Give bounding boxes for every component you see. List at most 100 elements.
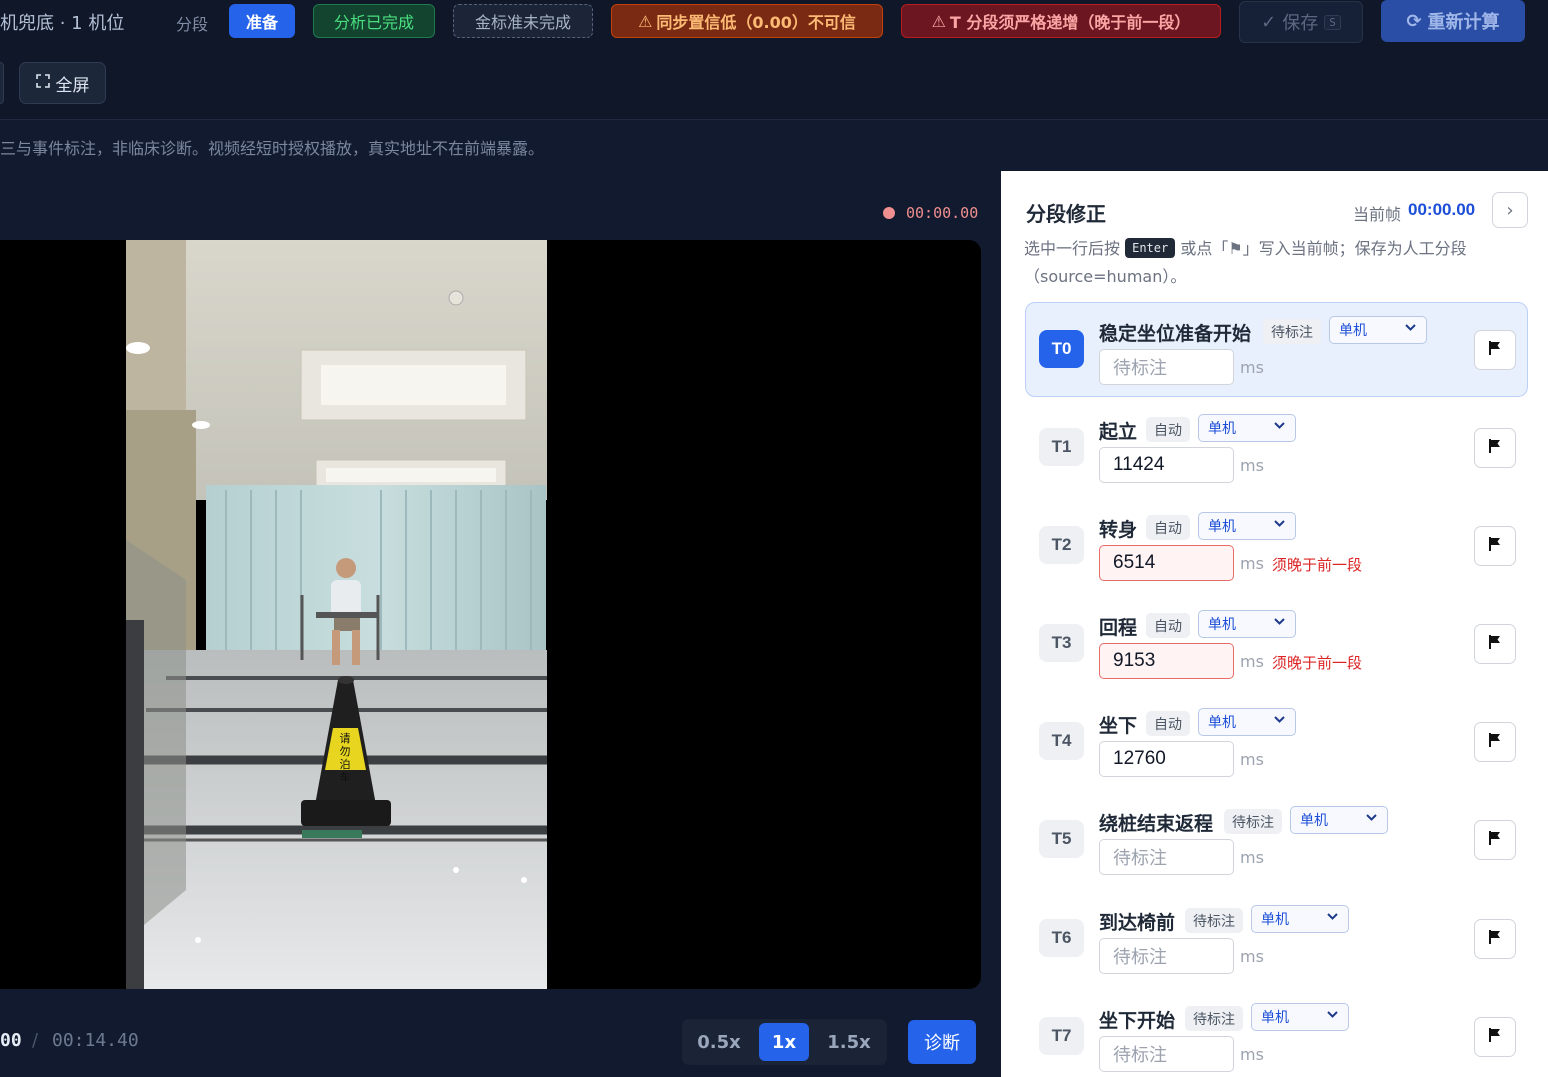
time-separator: / xyxy=(32,1030,39,1051)
segment-row-t4[interactable]: T4 坐下 自动 单机 12760 ms xyxy=(1025,694,1528,789)
panel-next-button[interactable]: › xyxy=(1492,192,1528,228)
diagnose-button[interactable]: 诊断 xyxy=(908,1020,976,1064)
segment-name: 起立 xyxy=(1099,421,1138,443)
chevron-right-icon: › xyxy=(1506,199,1514,221)
flag-icon xyxy=(1488,732,1502,752)
check-icon: ✓ xyxy=(1261,11,1277,33)
flag-icon xyxy=(1488,340,1502,360)
playback-speed-group: 0.5x 1x 1.5x xyxy=(682,1019,887,1065)
segment-time-input[interactable]: 待标注 xyxy=(1099,839,1234,875)
mark-current-frame-button[interactable] xyxy=(1474,428,1516,468)
segment-error-text: 须晚于前一段 xyxy=(1272,654,1363,672)
hint-text-before: 选中一行后按 xyxy=(1024,239,1121,258)
video-frame-image: 请勿泊车 xyxy=(126,240,547,989)
total-time: 00:14.40 xyxy=(52,1030,139,1051)
segment-status-tag: 自动 xyxy=(1146,711,1190,736)
segment-status-tag: 自动 xyxy=(1146,515,1190,540)
unit-label: ms xyxy=(1240,1045,1264,1064)
unit-label: ms xyxy=(1240,456,1264,475)
speed-1x-button[interactable]: 1x xyxy=(759,1023,809,1061)
segment-name: 转身 xyxy=(1099,519,1138,541)
mark-current-frame-button[interactable] xyxy=(1474,624,1516,664)
segment-name: 坐下 xyxy=(1099,715,1138,737)
save-shortcut: S xyxy=(1324,14,1341,30)
segment-id-badge: T6 xyxy=(1039,919,1084,957)
current-frame-label: 当前帧 xyxy=(1353,205,1402,224)
camera-select[interactable]: 单机 xyxy=(1198,708,1296,736)
unit-label: ms xyxy=(1240,848,1264,867)
camera-select-value: 单机 xyxy=(1339,323,1367,339)
segment-error-text: 须晚于前一段 xyxy=(1272,556,1363,574)
segment-status-tag: 自动 xyxy=(1146,417,1190,442)
status-ready-badge[interactable]: 准备 xyxy=(229,4,295,38)
mark-current-frame-button[interactable] xyxy=(1474,526,1516,566)
segment-row-t3[interactable]: T3 回程 自动 单机 9153 ms 须晚于前一段 xyxy=(1025,596,1528,691)
flag-icon xyxy=(1488,929,1502,949)
mark-current-frame-button[interactable] xyxy=(1474,330,1516,370)
speed-1.5x-button[interactable]: 1.5x xyxy=(820,1023,878,1061)
camera-select[interactable]: 单机 xyxy=(1198,512,1296,540)
segment-time-input[interactable]: 9153 xyxy=(1099,643,1234,679)
segment-id-badge: T7 xyxy=(1039,1017,1084,1055)
segment-row-t5[interactable]: T5 绕桩结束返程 待标注 单机 待标注 ms xyxy=(1025,792,1528,887)
camera-select[interactable]: 单机 xyxy=(1251,905,1349,933)
segment-status-tag: 待标注 xyxy=(1185,908,1243,933)
camera-select-value: 单机 xyxy=(1261,1010,1289,1026)
camera-select-value: 单机 xyxy=(1261,912,1289,928)
mark-current-frame-button[interactable] xyxy=(1474,1017,1516,1057)
save-button[interactable]: ✓ 保存 S xyxy=(1239,1,1363,43)
segment-name: 回程 xyxy=(1099,617,1138,639)
chevron-down-icon xyxy=(1365,811,1378,828)
unit-label: ms xyxy=(1240,947,1264,966)
unit-label: ms xyxy=(1240,652,1264,671)
left-toolbar-button[interactable] xyxy=(0,62,4,104)
session-title: 机兜底 · 1 机位 xyxy=(0,13,125,34)
segment-row-t1[interactable]: T1 起立 自动 单机 11424 ms xyxy=(1025,400,1528,495)
camera-select-value: 单机 xyxy=(1208,617,1236,633)
segment-name: 稳定坐位准备开始 xyxy=(1099,323,1252,345)
panel-title: 分段修正 xyxy=(1026,202,1106,226)
record-indicator-icon xyxy=(883,207,895,219)
current-time: 00 xyxy=(0,1030,22,1051)
analysis-done-badge: 分析已完成 xyxy=(313,4,435,38)
refresh-icon: ⟳ xyxy=(1406,10,1422,32)
speed-0.5x-button[interactable]: 0.5x xyxy=(690,1023,748,1061)
segment-time-input[interactable]: 12760 xyxy=(1099,741,1234,777)
segment-row-t2[interactable]: T2 转身 自动 单机 6514 ms 须晚于前一段 xyxy=(1025,498,1528,593)
fullscreen-icon xyxy=(35,73,50,93)
mark-current-frame-button[interactable] xyxy=(1474,919,1516,959)
segment-row-t6[interactable]: T6 到达椅前 待标注 单机 待标注 ms xyxy=(1025,891,1528,986)
camera-select[interactable]: 单机 xyxy=(1290,806,1388,834)
video-player[interactable]: 请勿泊车 xyxy=(0,240,981,989)
segment-name: 到达椅前 xyxy=(1099,912,1176,934)
fullscreen-button[interactable]: 全屏 xyxy=(19,62,106,104)
segment-status-tag: 待标注 xyxy=(1185,1006,1243,1031)
gold-standard-badge: 金标准未完成 xyxy=(453,4,593,38)
segment-id-badge: T4 xyxy=(1039,722,1084,760)
segment-time-input[interactable]: 待标注 xyxy=(1099,1036,1234,1072)
segment-id-badge: T0 xyxy=(1039,330,1084,368)
recalculate-button[interactable]: ⟳ 重新计算 xyxy=(1381,0,1525,42)
chevron-down-icon xyxy=(1326,1008,1339,1025)
camera-select[interactable]: 单机 xyxy=(1329,316,1427,344)
flag-icon xyxy=(1488,634,1502,654)
segment-status-tag: 待标注 xyxy=(1263,319,1321,344)
sync-warning-badge: ⚠ 同步置信低（0.00）不可信 xyxy=(611,4,883,38)
segment-row-t0[interactable]: T0 稳定坐位准备开始 待标注 单机 待标注 ms xyxy=(1025,302,1528,397)
segment-time-input[interactable]: 11424 xyxy=(1099,447,1234,483)
camera-select[interactable]: 单机 xyxy=(1198,414,1296,442)
camera-select-value: 单机 xyxy=(1208,715,1236,731)
segment-time-input[interactable]: 待标注 xyxy=(1099,938,1234,974)
save-label: 保存 xyxy=(1282,13,1319,34)
camera-select[interactable]: 单机 xyxy=(1251,1003,1349,1031)
flag-icon xyxy=(1488,438,1502,458)
fullscreen-label: 全屏 xyxy=(55,75,90,96)
segment-row-t7[interactable]: T7 坐下开始 待标注 单机 待标注 ms xyxy=(1025,989,1528,1077)
chevron-down-icon xyxy=(1326,910,1339,927)
flag-icon xyxy=(1488,536,1502,556)
mark-current-frame-button[interactable] xyxy=(1474,722,1516,762)
segment-time-input[interactable]: 6514 xyxy=(1099,545,1234,581)
mark-current-frame-button[interactable] xyxy=(1474,820,1516,860)
camera-select[interactable]: 单机 xyxy=(1198,610,1296,638)
segment-time-input[interactable]: 待标注 xyxy=(1099,349,1234,385)
